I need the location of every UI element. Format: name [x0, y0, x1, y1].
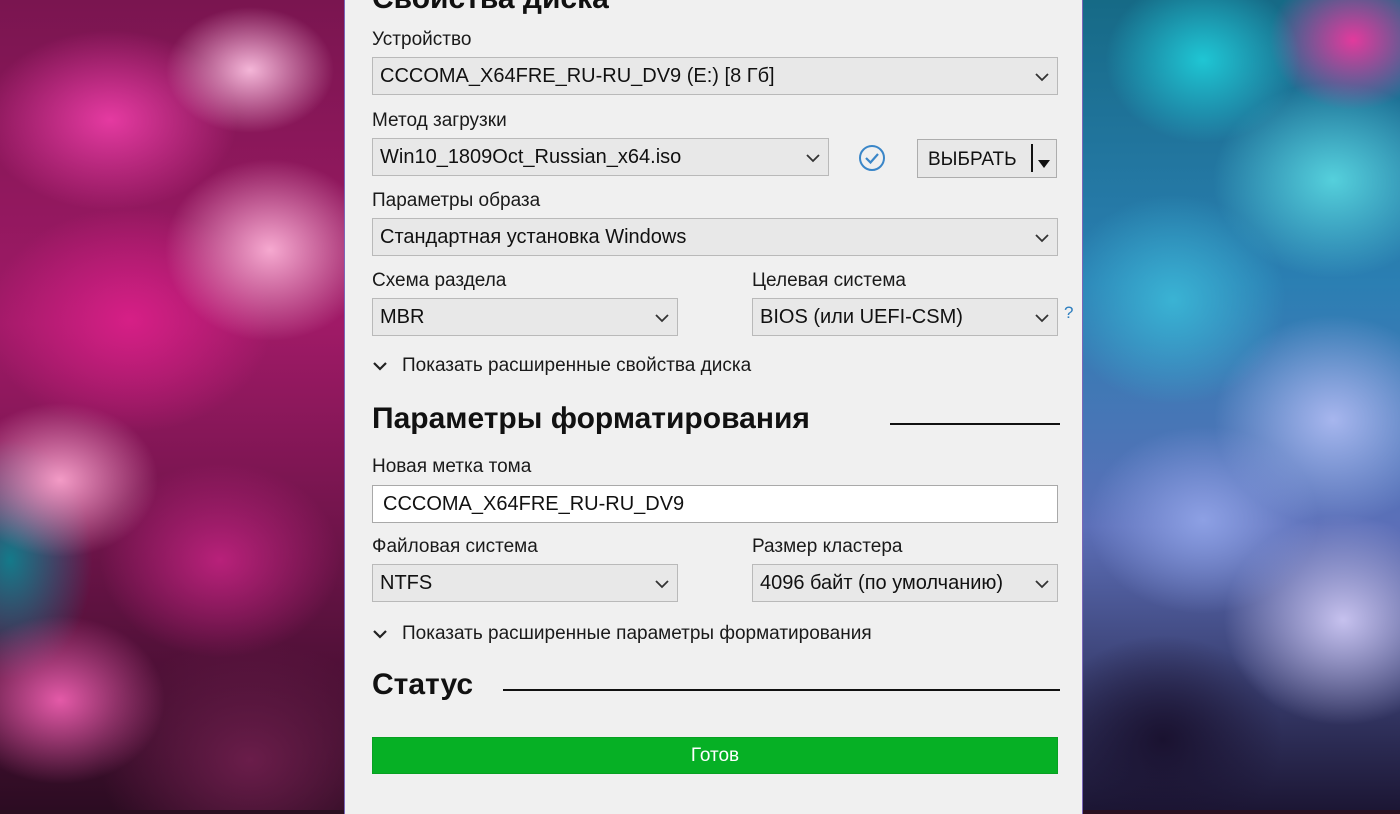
- device-select-value: CCCOMA_X64FRE_RU-RU_DV9 (E:) [8 Гб]: [380, 65, 775, 87]
- show-advanced-format-toggle[interactable]: Показать расширенные параметры форматиро…: [372, 623, 872, 645]
- section-title-status: Статус: [372, 668, 474, 701]
- boot-selection-value: Win10_1809Oct_Russian_x64.iso: [380, 146, 682, 168]
- image-option-label: Параметры образа: [372, 190, 541, 211]
- target-system-value: BIOS (или UEFI-CSM): [760, 306, 963, 328]
- chevron-down-icon: [1035, 579, 1049, 589]
- partition-scheme-value: MBR: [380, 306, 425, 328]
- select-image-button-label: ВЫБРАТЬ: [928, 149, 1017, 170]
- cluster-size-select[interactable]: 4096 байт (по умолчанию): [752, 564, 1058, 602]
- file-system-value: NTFS: [380, 572, 433, 594]
- device-select[interactable]: CCCOMA_X64FRE_RU-RU_DV9 (E:) [8 Гб]: [372, 57, 1058, 95]
- chevron-down-icon: [655, 313, 669, 323]
- rufus-window: Свойства диска Устройство CCCOMA_X64FRE_…: [344, 0, 1083, 814]
- boot-selection-label: Метод загрузки: [372, 110, 507, 131]
- boot-selection-select[interactable]: Win10_1809Oct_Russian_x64.iso: [372, 138, 829, 176]
- status-progress-bar: Готов: [372, 737, 1058, 774]
- show-advanced-drive-toggle[interactable]: Показать расширенные свойства диска: [372, 355, 751, 377]
- target-system-help[interactable]: ?: [1064, 303, 1073, 323]
- volume-label-label: Новая метка тома: [372, 456, 532, 477]
- cluster-size-label: Размер кластера: [752, 536, 903, 557]
- image-option-select[interactable]: Стандартная установка Windows: [372, 218, 1058, 256]
- wallpaper-left-ink: [0, 0, 345, 810]
- section-divider: [503, 689, 1060, 691]
- chevron-down-icon: [372, 623, 388, 645]
- select-image-button[interactable]: ВЫБРАТЬ: [917, 139, 1057, 178]
- file-system-label: Файловая система: [372, 536, 538, 557]
- image-option-value: Стандартная установка Windows: [380, 226, 687, 248]
- cluster-size-value: 4096 байт (по умолчанию): [760, 572, 1004, 594]
- device-label: Устройство: [372, 29, 472, 50]
- target-system-label: Целевая система: [752, 270, 906, 291]
- check-circle-icon[interactable]: [858, 144, 886, 172]
- volume-label-input[interactable]: CCCOMA_X64FRE_RU-RU_DV9: [372, 485, 1058, 523]
- status-text: Готов: [690, 745, 740, 766]
- partition-scheme-label: Схема раздела: [372, 270, 507, 291]
- wallpaper-right-ink: [1083, 0, 1400, 810]
- chevron-down-icon: [372, 355, 388, 377]
- chevron-down-icon: [1035, 72, 1049, 82]
- dropdown-arrow-icon[interactable]: [1037, 153, 1051, 175]
- file-system-select[interactable]: NTFS: [372, 564, 678, 602]
- chevron-down-icon: [655, 579, 669, 589]
- section-title-disk-properties: Свойства диска: [372, 0, 609, 16]
- section-divider: [890, 423, 1060, 425]
- section-title-format-options: Параметры форматирования: [372, 402, 810, 435]
- target-system-select[interactable]: BIOS (или UEFI-CSM): [752, 298, 1058, 336]
- chevron-down-icon: [1035, 233, 1049, 243]
- partition-scheme-select[interactable]: MBR: [372, 298, 678, 336]
- chevron-down-icon: [806, 153, 820, 163]
- chevron-down-icon: [1035, 313, 1049, 323]
- show-advanced-format-label: Показать расширенные параметры форматиро…: [402, 623, 872, 644]
- show-advanced-drive-label: Показать расширенные свойства диска: [402, 355, 752, 376]
- split-divider: [1031, 144, 1033, 172]
